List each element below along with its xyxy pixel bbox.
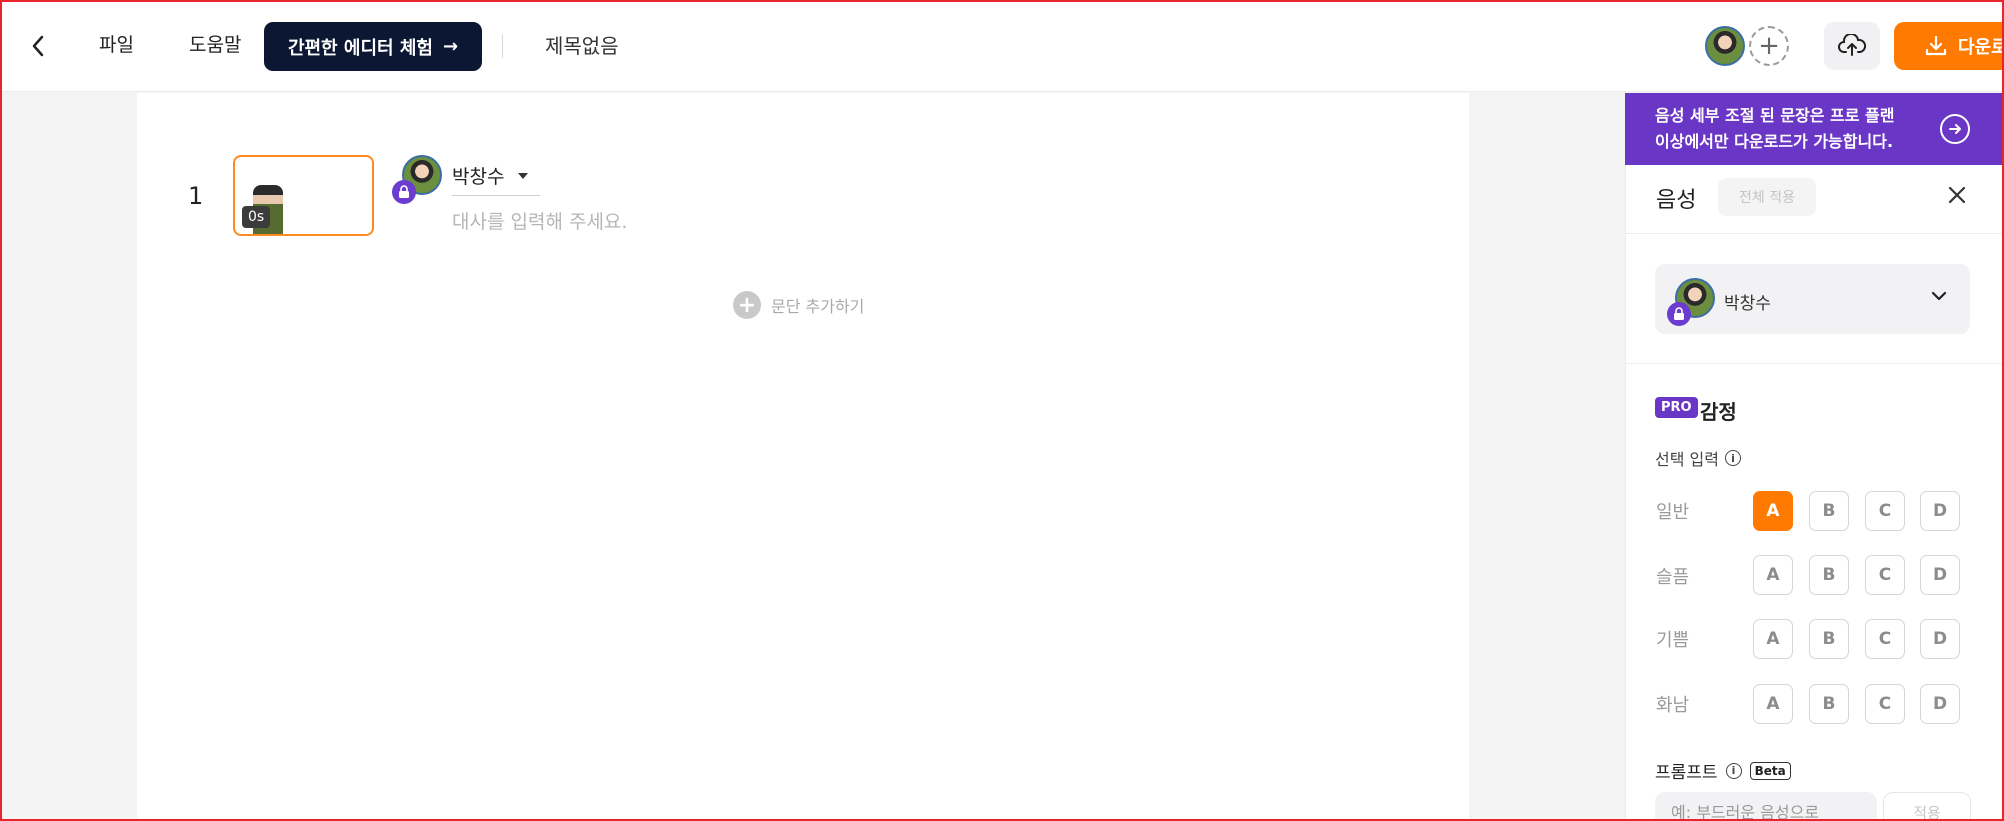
add-paragraph-label: 문단 추가하기: [771, 297, 865, 316]
prompt-input[interactable]: [1655, 792, 1877, 821]
emotion-happy-b[interactable]: B: [1809, 619, 1849, 659]
paragraph-number: 1: [188, 182, 204, 210]
emotion-section-title: 감정: [1700, 400, 1737, 424]
panel-divider: [1625, 363, 2004, 364]
topbar-divider: [502, 34, 503, 58]
caret-down-icon: [518, 172, 529, 179]
info-icon[interactable]: i: [1725, 762, 1742, 779]
close-panel-button[interactable]: [1944, 182, 1970, 208]
prompt-apply-button[interactable]: 적용: [1883, 792, 1971, 821]
emotion-angry-c[interactable]: C: [1865, 684, 1905, 724]
easy-editor-trial-button[interactable]: 간편한 에디터 체험 →: [264, 22, 482, 71]
info-icon[interactable]: i: [1724, 450, 1741, 466]
top-bar: 파일 도움말 간편한 에디터 체험 → 제목없음 + 다운로드: [0, 0, 2004, 92]
trial-button-label: 간편한 에디터 체험: [287, 37, 433, 59]
emotion-label-happy: 기쁨: [1656, 630, 1690, 651]
add-collaborator-button[interactable]: +: [1749, 26, 1789, 66]
emotion-sad-d[interactable]: D: [1920, 555, 1960, 595]
duration-badge: 0s: [242, 206, 271, 228]
collaborator-avatar[interactable]: [1705, 26, 1745, 66]
panel-divider: [1625, 233, 2004, 234]
scene-thumbnail[interactable]: 0s: [233, 155, 374, 236]
dialogue-input[interactable]: [452, 208, 1152, 236]
select-input-label: 선택 입력 i: [1655, 446, 1741, 470]
emotion-label-normal: 일반: [1656, 502, 1690, 523]
speaker-select[interactable]: 박창수: [452, 162, 540, 196]
plus-circle-icon: +: [733, 291, 761, 319]
chevron-down-icon: [1931, 291, 1947, 301]
emotion-normal-b[interactable]: B: [1809, 491, 1849, 531]
emotion-happy-d[interactable]: D: [1920, 619, 1960, 659]
close-icon: [1948, 186, 1966, 204]
emotion-angry-d[interactable]: D: [1920, 684, 1960, 724]
emotion-normal-c[interactable]: C: [1865, 491, 1905, 531]
arrow-circle-right-icon[interactable]: [1940, 114, 1970, 144]
emotion-normal-a[interactable]: A: [1753, 491, 1793, 531]
emotion-angry-a[interactable]: A: [1753, 684, 1793, 724]
panel-title: 음성: [1656, 188, 1697, 213]
select-input-text: 선택 입력: [1655, 450, 1719, 469]
pro-badge: PRO: [1655, 397, 1698, 418]
emotion-sad-a[interactable]: A: [1753, 555, 1793, 595]
cloud-upload-icon: [1838, 34, 1866, 56]
emotion-label-sad: 슬픔: [1656, 567, 1690, 588]
emotion-normal-d[interactable]: D: [1920, 491, 1960, 531]
lock-icon: [392, 180, 416, 204]
apply-all-button[interactable]: 전체 적용: [1718, 178, 1816, 216]
emotion-sad-c[interactable]: C: [1865, 555, 1905, 595]
chevron-left-icon: [32, 35, 44, 57]
banner-text-line1: 음성 세부 조절 된 문장은 프로 플랜: [1655, 106, 1895, 125]
speaker-name-label: 박창수: [452, 166, 505, 188]
lock-icon: [1667, 302, 1691, 326]
arrow-right-icon: →: [442, 36, 459, 57]
cloud-upload-button[interactable]: [1824, 22, 1880, 70]
voice-name: 박창수: [1724, 294, 1771, 314]
document-title[interactable]: 제목없음: [545, 30, 619, 59]
back-button[interactable]: [22, 28, 54, 64]
menu-file[interactable]: 파일: [99, 30, 134, 57]
download-button-label: 다운로드: [1958, 37, 2004, 58]
download-button[interactable]: 다운로드: [1894, 22, 2004, 70]
emotion-sad-b[interactable]: B: [1809, 555, 1849, 595]
emotion-angry-b[interactable]: B: [1809, 684, 1849, 724]
prompt-label: 프롬프트 i Beta: [1655, 758, 1791, 783]
emotion-happy-a[interactable]: A: [1753, 619, 1793, 659]
menu-help[interactable]: 도움말: [189, 30, 241, 57]
add-paragraph-button[interactable]: + 문단 추가하기: [733, 291, 864, 319]
prompt-label-text: 프롬프트: [1655, 763, 1718, 783]
download-icon: [1925, 35, 1947, 56]
banner-text-line2: 이상에서만 다운로드가 가능합니다.: [1655, 132, 1894, 151]
emotion-label-angry: 화남: [1656, 695, 1690, 716]
emotion-happy-c[interactable]: C: [1865, 619, 1905, 659]
beta-badge: Beta: [1749, 761, 1791, 780]
